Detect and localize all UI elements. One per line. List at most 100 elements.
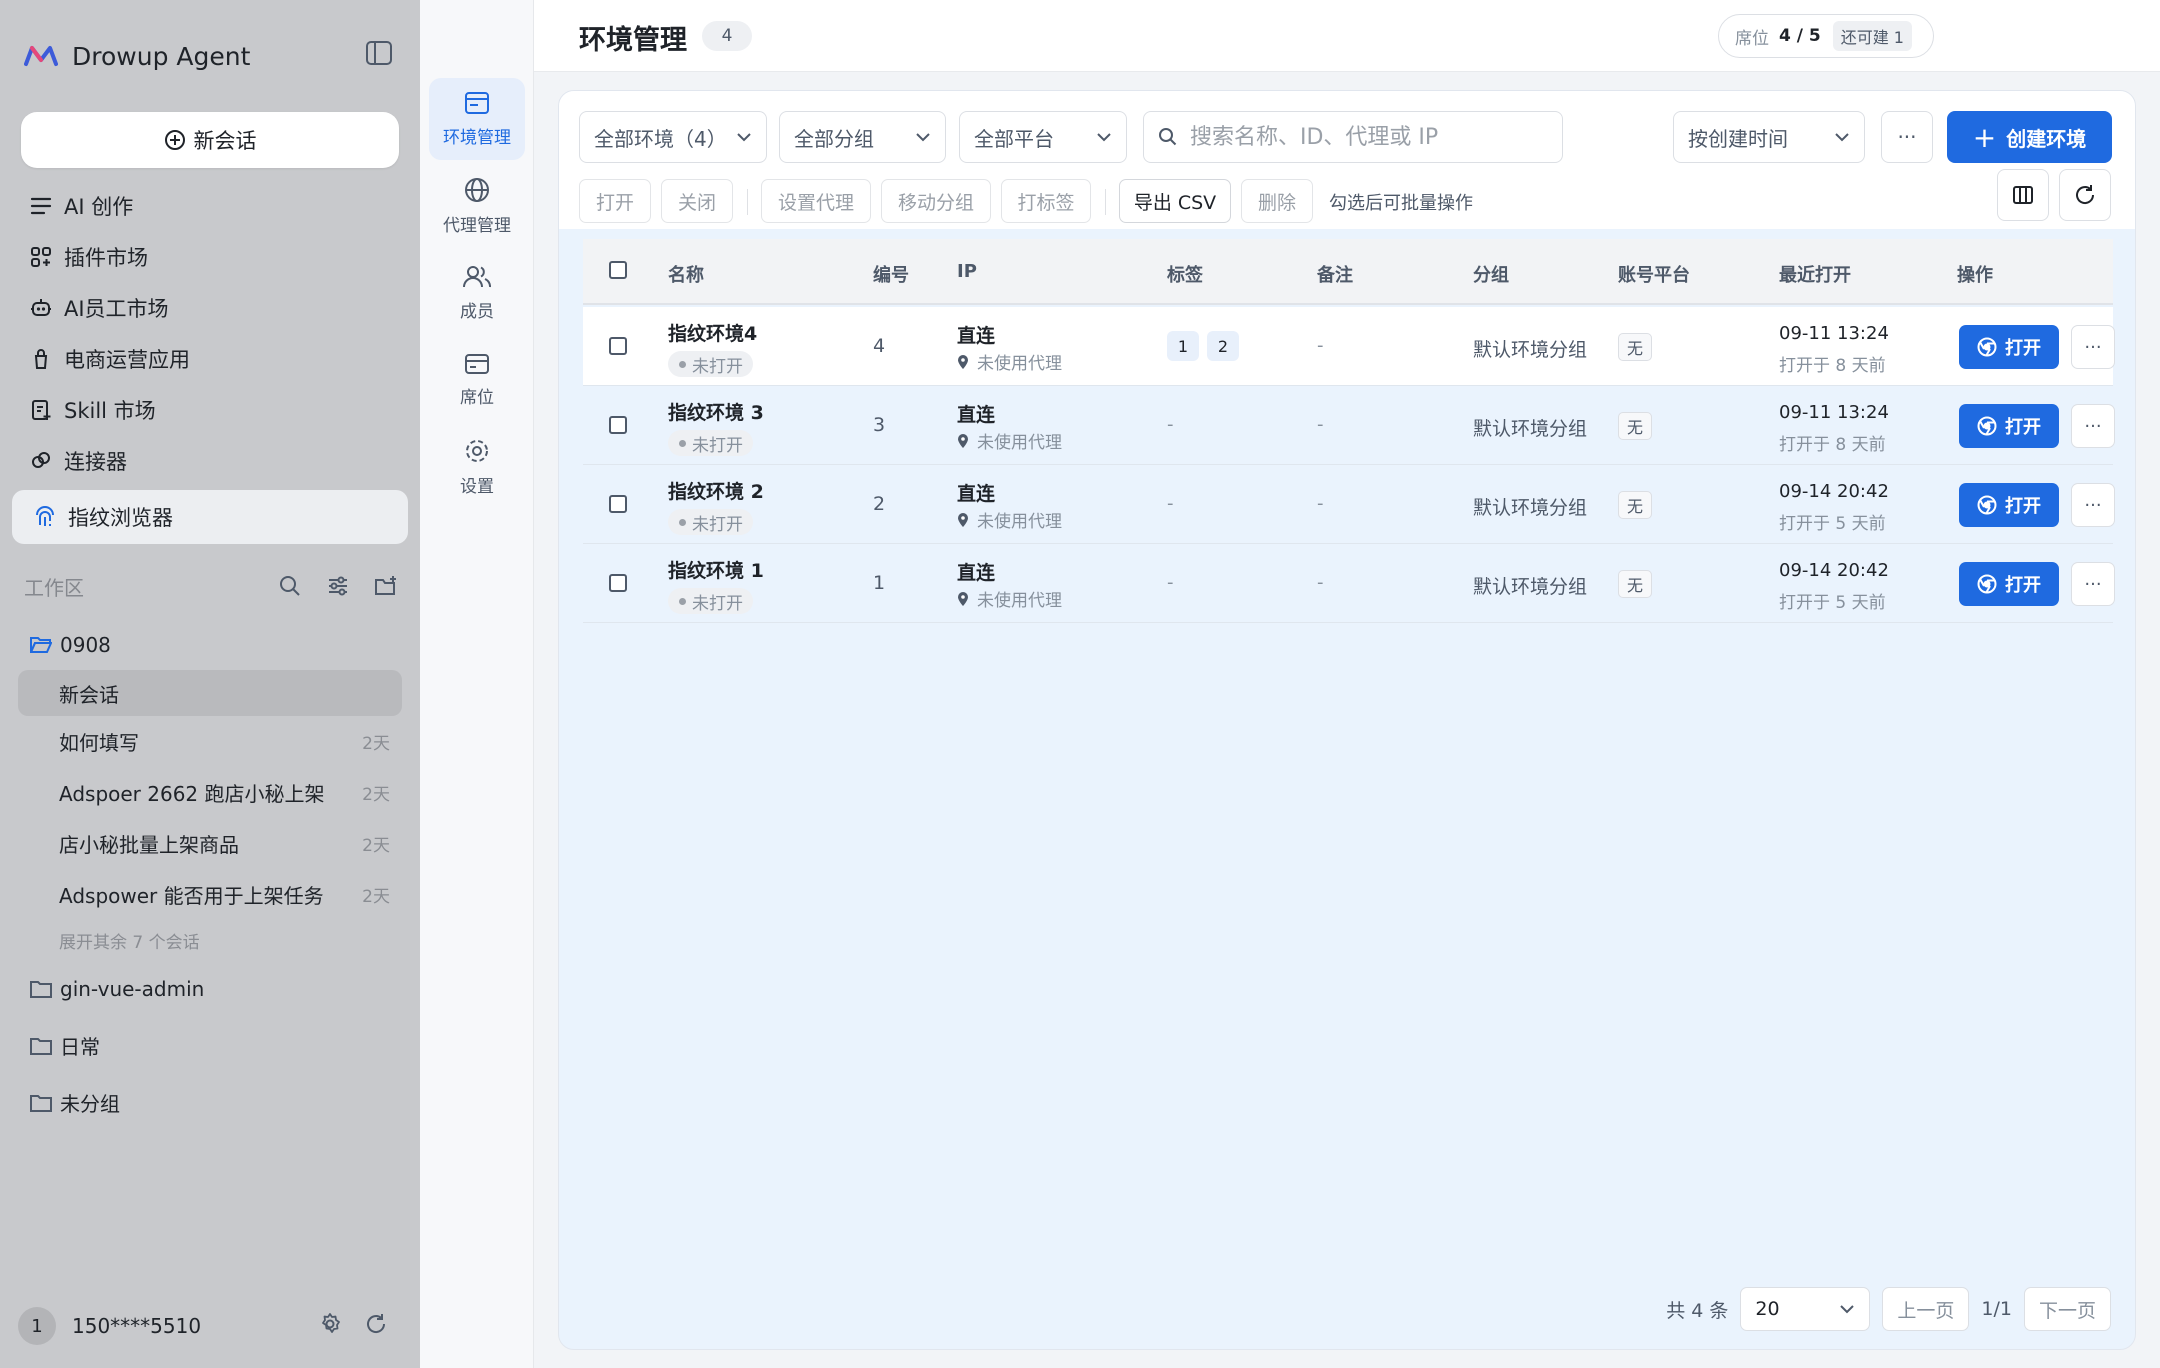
row-checkbox[interactable] xyxy=(609,416,627,434)
row-checkbox[interactable] xyxy=(609,495,627,513)
sort-select[interactable]: 按创建时间 xyxy=(1673,111,1865,163)
proxy-info: 未使用代理 xyxy=(957,586,1062,611)
proxy-text: 未使用代理 xyxy=(977,433,1062,453)
group-filter-select[interactable]: 全部分组 xyxy=(779,111,946,163)
sidebar-toggle-icon[interactable] xyxy=(365,40,395,68)
open-env-button[interactable]: 打开 xyxy=(1959,562,2059,606)
row-checkbox[interactable] xyxy=(609,337,627,355)
open-env-button[interactable]: 打开 xyxy=(1959,483,2059,527)
env-name[interactable]: 指纹环境4 xyxy=(668,319,757,346)
sidebar-item-ai-staff[interactable]: AI员工市场 xyxy=(12,282,408,333)
session-item[interactable]: 如何填写 2天 xyxy=(18,716,402,767)
session-title: Adspoer 2662 跑店小秘上架 xyxy=(59,782,325,806)
sidebar-item-connectors[interactable]: 连接器 xyxy=(12,435,408,486)
column-header[interactable]: 名称 xyxy=(668,261,704,287)
sidebar-item-plugins[interactable]: 插件市场 xyxy=(12,231,408,282)
rail-item-label: 环境管理 xyxy=(443,127,511,148)
batch-tag-button[interactable]: 打标签 xyxy=(1001,179,1091,223)
brand-logo-icon xyxy=(24,44,58,68)
batch-delete-button[interactable]: 删除 xyxy=(1241,179,1313,223)
session-title: Adspower 能否用于上架任务 xyxy=(59,884,324,908)
search-input[interactable] xyxy=(1190,124,1530,150)
batch-close-button[interactable]: 关闭 xyxy=(661,179,733,223)
rail-item-proxies[interactable]: 代理管理 xyxy=(429,165,525,247)
session-item[interactable]: 店小秘批量上架商品 2天 xyxy=(18,818,402,869)
env-name[interactable]: 指纹环境 3 xyxy=(668,398,764,425)
next-page-button[interactable]: 下一页 xyxy=(2023,1287,2111,1331)
folder-daily[interactable]: 日常 xyxy=(18,1017,402,1074)
rail-item-settings[interactable]: 设置 xyxy=(429,426,525,508)
rail-item-members[interactable]: 成员 xyxy=(429,252,525,334)
ip-type: 直连 xyxy=(957,483,996,505)
select-all-checkbox[interactable] xyxy=(609,261,627,279)
table-row[interactable]: 指纹环境 3 未打开 3 直连 未使用代理 - - 默认环境分组 无 09-11… xyxy=(583,386,2115,465)
proxy-info: 未使用代理 xyxy=(957,349,1062,374)
sidebar-item-fingerprint-browser[interactable]: 指纹浏览器 xyxy=(12,490,408,544)
rail-item-environments[interactable]: 环境管理 xyxy=(429,78,525,160)
open-env-button[interactable]: 打开 xyxy=(1959,325,2059,369)
sidebar-item-skills[interactable]: Skill 市场 xyxy=(12,384,408,435)
expand-sessions-link[interactable]: 展开其余 7 个会话 xyxy=(18,920,402,960)
more-options-button[interactable]: ··· xyxy=(1881,111,1933,163)
folder-icon xyxy=(30,1037,54,1055)
table-row[interactable]: 指纹环境 1 未打开 1 直连 未使用代理 - - 默认环境分组 无 09-14… xyxy=(583,544,2115,623)
batch-toolbar: 打开 关闭 设置代理 移动分组 打标签 导出 CSV 删除 勾选后可批量操作 xyxy=(559,167,2135,229)
columns-button[interactable] xyxy=(1997,169,2049,221)
row-more-button[interactable]: ··· xyxy=(2071,325,2115,369)
refresh-button[interactable] xyxy=(2059,169,2111,221)
refresh-icon[interactable] xyxy=(364,1312,388,1340)
settings-gear-icon[interactable] xyxy=(318,1312,342,1340)
chevron-down-icon xyxy=(1097,133,1111,142)
session-item[interactable]: Adspower 能否用于上架任务 2天 xyxy=(18,869,402,920)
open-env-button[interactable]: 打开 xyxy=(1959,404,2059,448)
last-open-ago: 打开于 8 天前 xyxy=(1779,356,1886,376)
new-folder-icon[interactable] xyxy=(372,572,400,600)
table-row[interactable]: 指纹环境 2 未打开 2 直连 未使用代理 - - 默认环境分组 无 09-14… xyxy=(583,465,2115,544)
tag-chip[interactable]: 1 xyxy=(1167,331,1199,361)
create-environment-button[interactable]: + 创建环境 xyxy=(1947,111,2112,163)
sidebar-item-label: AI 创作 xyxy=(64,194,134,219)
prev-page-button[interactable]: 上一页 xyxy=(1882,1287,1970,1331)
new-chat-button[interactable]: 新会话 xyxy=(21,112,399,168)
env-filter-select[interactable]: 全部环境（4） xyxy=(579,111,767,163)
session-item[interactable]: 新会话 xyxy=(18,670,402,716)
avatar[interactable]: 1 xyxy=(18,1307,56,1345)
sidebar-item-ecommerce[interactable]: 电商运营应用 xyxy=(12,333,408,384)
browser-logo-icon xyxy=(1977,337,1997,357)
page-size-select[interactable]: 20 xyxy=(1740,1287,1871,1331)
folder-gin-vue-admin[interactable]: gin-vue-admin xyxy=(18,960,402,1017)
last-open-ago: 打开于 5 天前 xyxy=(1779,593,1886,613)
total-count: 共 4 条 xyxy=(1666,1299,1729,1322)
filter-sliders-icon[interactable] xyxy=(324,572,352,600)
table-row[interactable]: 指纹环境4 未打开 4 直连 未使用代理 1 2 - 默认环境分组 无 09-1… xyxy=(583,307,2115,386)
folder-ungrouped[interactable]: 未分组 xyxy=(18,1074,402,1131)
seat-label: 席位 xyxy=(1735,28,1769,49)
tag-chip[interactable]: 2 xyxy=(1207,331,1239,361)
export-csv-button[interactable]: 导出 CSV xyxy=(1119,179,1231,223)
column-header[interactable]: 标签 xyxy=(1167,261,1203,287)
row-more-button[interactable]: ··· xyxy=(2071,404,2115,448)
platform-filter-select[interactable]: 全部平台 xyxy=(959,111,1127,163)
column-header[interactable]: 账号平台 xyxy=(1618,261,1690,287)
ip-type: 直连 xyxy=(957,325,996,347)
column-header[interactable]: 备注 xyxy=(1317,261,1353,287)
batch-open-button[interactable]: 打开 xyxy=(579,179,651,223)
column-header[interactable]: 编号 xyxy=(873,261,909,287)
column-header[interactable]: 分组 xyxy=(1473,261,1509,287)
row-more-button[interactable]: ··· xyxy=(2071,562,2115,606)
batch-set-proxy-button[interactable]: 设置代理 xyxy=(761,179,871,223)
env-name[interactable]: 指纹环境 2 xyxy=(668,477,764,504)
session-item[interactable]: Adspoer 2662 跑店小秘上架 2天 xyxy=(18,767,402,818)
search-icon[interactable] xyxy=(276,572,304,600)
column-header[interactable]: IP xyxy=(957,261,977,282)
row-more-button[interactable]: ··· xyxy=(2071,483,2115,527)
column-header[interactable]: 最近打开 xyxy=(1779,261,1851,287)
user-profile: 1 150****5510 xyxy=(18,1306,402,1346)
env-name[interactable]: 指纹环境 1 xyxy=(668,556,764,583)
sidebar-item-ai-create[interactable]: AI 创作 xyxy=(12,180,408,231)
brand[interactable]: Drowup Agent xyxy=(24,36,250,76)
rail-item-seats[interactable]: 席位 xyxy=(429,339,525,421)
folder-0908[interactable]: 0908 xyxy=(18,620,402,670)
batch-move-group-button[interactable]: 移动分组 xyxy=(881,179,991,223)
row-checkbox[interactable] xyxy=(609,574,627,592)
